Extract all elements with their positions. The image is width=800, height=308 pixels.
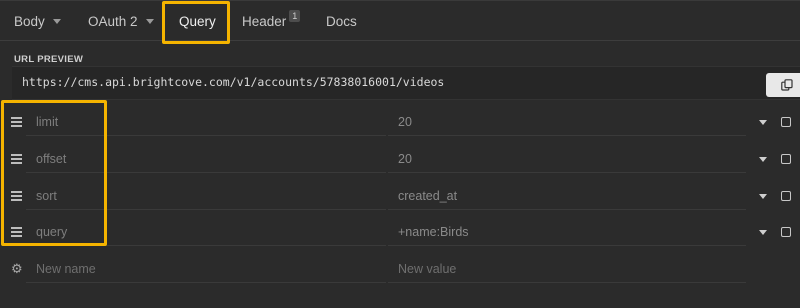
param-value-input[interactable]: +name:Birds: [388, 219, 746, 246]
param-enabled-checkbox[interactable]: [781, 154, 791, 164]
param-enabled-checkbox[interactable]: [781, 191, 791, 201]
param-row: limit 20: [0, 104, 800, 140]
tab-oauth2-label: OAuth 2: [88, 13, 138, 29]
param-row: offset 20: [0, 141, 800, 177]
param-enabled-checkbox[interactable]: [781, 117, 791, 127]
tab-query[interactable]: Query: [179, 1, 216, 41]
param-value-input[interactable]: 20: [388, 146, 746, 173]
chevron-down-icon[interactable]: [759, 194, 767, 199]
url-preview-label: URL PREVIEW: [14, 54, 84, 65]
param-enabled-checkbox[interactable]: [781, 227, 791, 237]
tab-docs[interactable]: Docs: [326, 1, 357, 41]
chevron-down-icon[interactable]: [759, 157, 767, 162]
header-count-badge: 1: [289, 10, 301, 22]
param-value-input[interactable]: created_at: [388, 183, 746, 210]
tab-body-label: Body: [14, 13, 45, 29]
chevron-down-icon[interactable]: [759, 230, 767, 235]
tab-header-label: Header: [242, 13, 287, 29]
url-preview-box: https://cms.api.brightcove.com/v1/accoun…: [12, 66, 800, 100]
url-preview-text: https://cms.api.brightcove.com/v1/accoun…: [22, 75, 445, 89]
new-param-row: ⚙ New name New value: [0, 251, 800, 287]
param-name-input[interactable]: offset: [26, 146, 386, 173]
drag-handle-icon[interactable]: [11, 227, 22, 237]
tab-body[interactable]: Body: [14, 1, 61, 41]
chevron-down-icon: [145, 18, 154, 24]
param-name-input[interactable]: sort: [26, 183, 386, 210]
copy-icon: [781, 79, 793, 91]
new-param-name-input[interactable]: New name: [26, 256, 386, 283]
tab-header[interactable]: Header 1: [242, 1, 301, 41]
chevron-down-icon[interactable]: [759, 120, 767, 125]
tab-query-label: Query: [179, 13, 216, 29]
drag-handle-icon[interactable]: [11, 154, 22, 164]
tab-oauth2[interactable]: OAuth 2: [88, 1, 154, 41]
param-row: query +name:Birds: [0, 214, 800, 250]
drag-handle-icon[interactable]: [11, 191, 22, 201]
tab-docs-label: Docs: [326, 13, 357, 29]
copy-url-button[interactable]: [766, 73, 800, 97]
param-row: sort created_at: [0, 178, 800, 214]
chevron-down-icon: [52, 18, 61, 24]
drag-handle-icon[interactable]: [11, 117, 22, 127]
param-value-input[interactable]: 20: [388, 109, 746, 136]
param-name-input[interactable]: limit: [26, 109, 386, 136]
param-name-input[interactable]: query: [26, 219, 386, 246]
gear-icon[interactable]: ⚙: [11, 262, 23, 277]
new-param-value-input[interactable]: New value: [388, 256, 746, 283]
request-tab-bar: Body OAuth 2 Query Header 1 Docs: [0, 0, 800, 41]
